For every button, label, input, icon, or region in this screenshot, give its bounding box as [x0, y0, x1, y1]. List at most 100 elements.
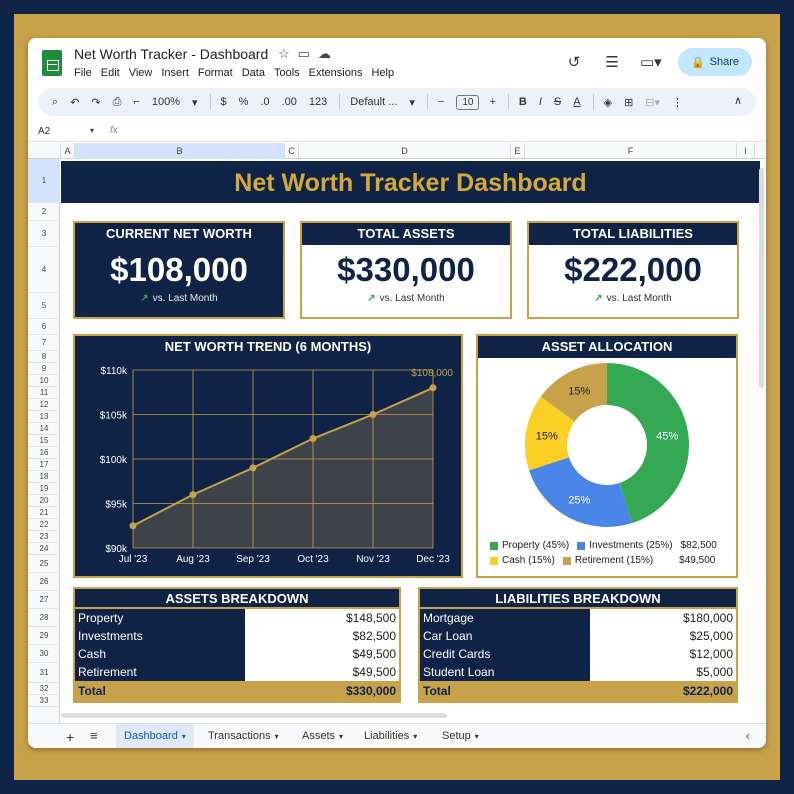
row-header[interactable]: 25 — [28, 555, 60, 573]
column-header-f[interactable]: F — [525, 143, 737, 159]
text-color-icon[interactable]: A — [573, 96, 580, 108]
select-all-corner[interactable] — [28, 143, 61, 159]
row-header[interactable]: 10 — [28, 375, 60, 387]
redo-icon[interactable]: ↷ — [91, 96, 100, 109]
row-header[interactable]: 30 — [28, 645, 60, 663]
tab-transactions[interactable]: Transactions ▾ — [200, 724, 287, 748]
horizontal-scrollbar[interactable] — [61, 713, 447, 718]
bold-icon[interactable]: B — [519, 96, 527, 108]
borders-icon[interactable]: ⊞ — [624, 96, 633, 109]
italic-icon[interactable]: I — [539, 96, 542, 108]
menu-format[interactable]: Format — [198, 67, 233, 79]
tab-assets[interactable]: Assets ▾ — [294, 724, 351, 748]
increase-decimal-button[interactable]: .00 — [282, 96, 297, 108]
row-header[interactable]: 15 — [28, 435, 60, 447]
paint-format-icon[interactable]: ⌐ — [133, 96, 139, 108]
number-format-button[interactable]: 123 — [309, 96, 327, 108]
percent-format-button[interactable]: % — [239, 96, 249, 108]
more-options-icon[interactable]: ⋮ — [672, 96, 683, 109]
column-header-e[interactable]: E — [511, 143, 525, 159]
tab-liabilities[interactable]: Liabilities ▾ — [356, 724, 425, 748]
row-header[interactable]: 6 — [28, 319, 60, 335]
row-header[interactable]: 4 — [28, 247, 60, 293]
font-size-decrease-icon[interactable]: − — [438, 96, 444, 108]
menu-edit[interactable]: Edit — [101, 67, 120, 79]
menu-data[interactable]: Data — [242, 67, 265, 79]
row-header[interactable]: 17 — [28, 459, 60, 471]
sheets-logo-icon[interactable] — [42, 50, 62, 76]
merge-cells-icon[interactable]: ⊟▾ — [645, 96, 660, 109]
tab-setup[interactable]: Setup ▾ — [434, 724, 487, 748]
document-title[interactable]: Net Worth Tracker - Dashboard — [74, 46, 268, 62]
tab-dashboard[interactable]: Dashboard ▾ — [116, 724, 194, 748]
total-row[interactable]: Total $222,000 — [420, 681, 736, 701]
chevron-down-icon[interactable]: ▾ — [409, 96, 415, 109]
font-size-increase-icon[interactable]: + — [489, 96, 495, 108]
row-header[interactable]: 13 — [28, 411, 60, 423]
row-header[interactable]: 18 — [28, 471, 60, 483]
table-row[interactable]: Student Loan $5,000 — [420, 663, 736, 681]
font-size-input[interactable]: 10 — [456, 94, 480, 110]
row-header[interactable]: 14 — [28, 423, 60, 435]
row-header[interactable]: 12 — [28, 399, 60, 411]
column-header-d[interactable]: D — [299, 143, 511, 159]
row-header[interactable]: 5 — [28, 293, 60, 319]
move-folder-icon[interactable]: ▭ — [298, 46, 318, 61]
table-row[interactable]: Credit Cards $12,000 — [420, 645, 736, 663]
history-icon[interactable]: ↺ — [564, 53, 584, 71]
name-box[interactable]: A2 — [38, 126, 50, 137]
row-header[interactable]: 22 — [28, 519, 60, 531]
row-header[interactable]: 11 — [28, 387, 60, 399]
comments-icon[interactable]: ☰ — [602, 53, 622, 71]
font-select[interactable]: Default ... — [350, 96, 397, 108]
meet-icon[interactable]: ▭▾ — [640, 53, 662, 71]
menu-tools[interactable]: Tools — [274, 67, 300, 79]
chevron-down-icon[interactable]: ▾ — [90, 126, 94, 135]
table-row[interactable]: Mortgage $180,000 — [420, 609, 736, 627]
row-header[interactable]: 31 — [28, 663, 60, 683]
all-sheets-icon[interactable]: ≡ — [90, 728, 98, 743]
row-header[interactable]: 7 — [28, 335, 60, 351]
row-header[interactable]: 29 — [28, 627, 60, 645]
cloud-status-icon[interactable]: ☁ — [318, 46, 339, 61]
row-header[interactable]: 27 — [28, 591, 60, 609]
row-header[interactable]: 32 — [28, 683, 60, 695]
row-header[interactable]: 2 — [28, 203, 60, 221]
search-menus-icon[interactable]: ⌕ — [52, 96, 58, 109]
row-header[interactable]: 3 — [28, 221, 60, 247]
chevron-down-icon[interactable]: ▾ — [192, 96, 198, 109]
share-button[interactable]: 🔒 Share — [678, 48, 752, 76]
menu-file[interactable]: File — [74, 67, 92, 79]
table-row[interactable]: Car Loan $25,000 — [420, 627, 736, 645]
row-header[interactable]: 28 — [28, 609, 60, 627]
row-header[interactable]: 20 — [28, 495, 60, 507]
row-header[interactable]: 26 — [28, 573, 60, 591]
menu-help[interactable]: Help — [371, 67, 394, 79]
star-icon[interactable]: ☆ — [278, 46, 298, 61]
total-row[interactable]: Total $330,000 — [75, 681, 399, 701]
net-worth-trend-chart[interactable]: $90k$95k$100k$105k$110kJul '23 Aug '23 Sep… — [75, 336, 461, 576]
strikethrough-icon[interactable]: S — [554, 96, 561, 108]
row-header[interactable]: 1 — [28, 159, 60, 203]
menu-insert[interactable]: Insert — [161, 67, 189, 79]
pie-slice-investments[interactable] — [529, 457, 633, 527]
row-header[interactable]: 9 — [28, 363, 60, 375]
currency-format-button[interactable]: $ — [221, 96, 227, 108]
row-header[interactable]: 21 — [28, 507, 60, 519]
collapse-toolbar-icon[interactable]: ∧ — [734, 94, 742, 107]
table-row[interactable]: Cash $49,500 — [75, 645, 399, 663]
row-header[interactable]: 19 — [28, 483, 60, 495]
column-header-c[interactable]: C — [285, 143, 299, 159]
fill-color-icon[interactable]: ◈ — [604, 96, 612, 109]
vertical-scrollbar[interactable] — [759, 168, 764, 388]
column-header-a[interactable]: A — [61, 143, 75, 159]
table-row[interactable]: Retirement $49,500 — [75, 663, 399, 681]
row-header[interactable]: 8 — [28, 351, 60, 363]
row-header[interactable]: 24 — [28, 543, 60, 555]
add-sheet-icon[interactable]: + — [66, 729, 74, 745]
undo-icon[interactable]: ↶ — [70, 96, 79, 109]
asset-allocation-chart[interactable]: 45% 25% 15% 15% — [478, 358, 736, 538]
row-header[interactable]: 33 — [28, 695, 60, 707]
decrease-decimal-button[interactable]: .0 — [260, 96, 269, 108]
chevron-left-icon[interactable]: ‹ — [746, 728, 750, 743]
